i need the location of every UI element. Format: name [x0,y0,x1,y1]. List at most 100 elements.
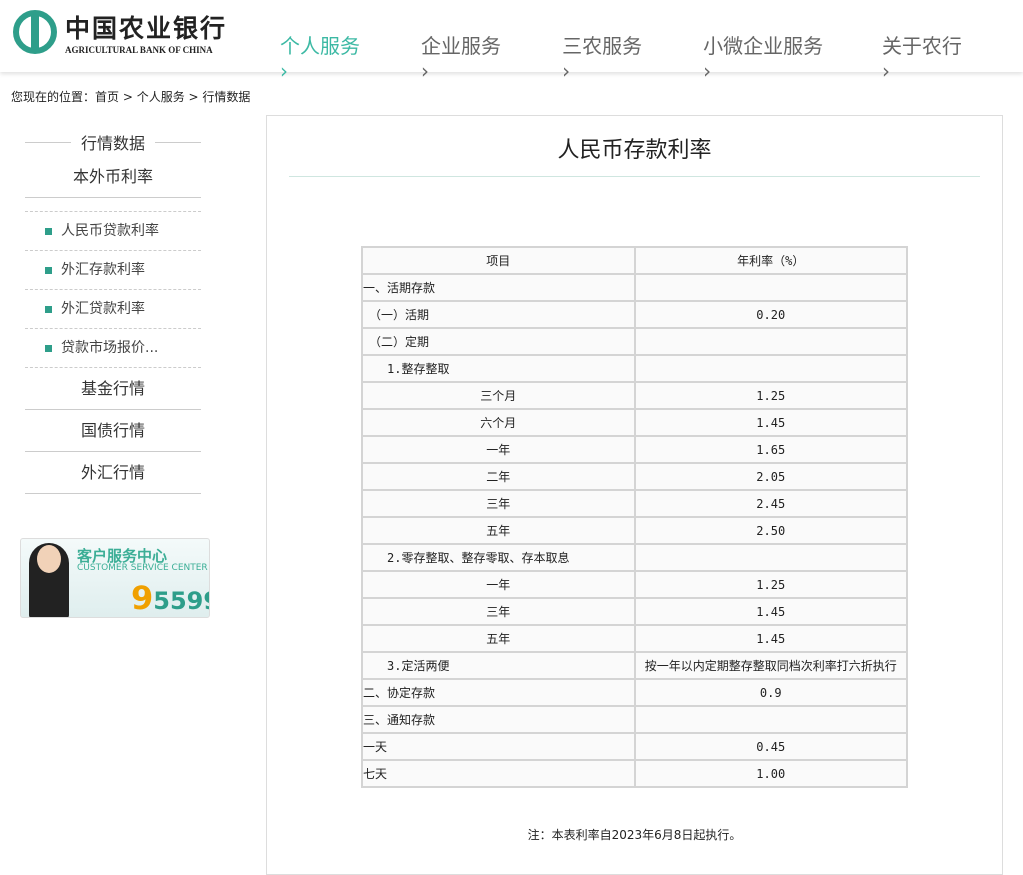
item-cell: 3.定活两便 [363,653,634,678]
rate-cell: 1.45 [635,626,906,651]
table-row: 五年 2.50 [363,518,906,543]
item-cell: 三年 [363,599,634,624]
rate-cell [635,356,906,381]
col-header-item: 项目 [363,248,634,273]
table-row: 三年 2.45 [363,491,906,516]
table-row: 二、协定存款 0.9 [363,680,906,705]
breadcrumb-prefix: 您现在的位置： [11,90,96,104]
logo[interactable]: 中国农业银行 AGRICULTURAL BANK OF CHINA [13,9,227,55]
nav-about[interactable]: 关于农行 › [882,30,971,83]
rate-table: 项目 年利率（%） 一、活期存款 （一）活期 0.20 （二）定期 1.整存整取三… [361,246,908,788]
nav-small-business[interactable]: 小微企业服务 › [703,30,830,83]
table-header-row: 项目 年利率（%） [363,248,906,273]
table-row: 1.整存整取 [363,356,906,381]
item-cell: 三年 [363,491,634,516]
sidebar-item-fund[interactable]: 基金行情 [25,368,201,410]
table-row: 三、通知存款 [363,707,906,732]
rate-cell: 1.45 [635,599,906,624]
sidebar-item-bond[interactable]: 国债行情 [25,410,201,452]
item-cell: 二、协定存款 [363,680,634,705]
item-cell: 2.零存整取、整存零取、存本取息 [363,545,634,570]
table-row: 2.零存整取、整存零取、存本取息 [363,545,906,570]
rate-cell [635,545,906,570]
table-row: 一、活期存款 [363,275,906,300]
col-header-rate: 年利率（%） [635,248,906,273]
table-row: 一天 0.45 [363,734,906,759]
table-row: 三个月 1.25 [363,383,906,408]
item-cell: 1.整存整取 [363,356,634,381]
table-row: 七天 1.00 [363,761,906,786]
banner-hotline: 95599 [131,579,209,617]
breadcrumb-sep: > [184,90,203,104]
logo-en: AGRICULTURAL BANK OF CHINA [65,45,213,55]
bullet-icon [45,305,52,313]
footnote: 注：本表利率自2023年6月8日起执行。 [527,828,742,842]
nav-corporate[interactable]: 企业服务 › [421,30,510,83]
rate-cell [635,275,906,300]
item-cell: 三、通知存款 [363,707,634,732]
bullet-icon [45,266,52,274]
sidebar-section-rates[interactable]: 本外币利率 [25,156,201,198]
rate-cell: 1.65 [635,437,906,462]
sidebar: 行情数据 本外币利率 人民币贷款利率 外汇存款利率 外汇贷款利率 贷款市场报价.… [25,130,201,494]
item-cell: （一）活期 [363,302,634,327]
rate-cell: 1.25 [635,383,906,408]
bullet-icon [45,227,52,235]
item-cell: 一、活期存款 [363,275,634,300]
table-row: 二年 2.05 [363,464,906,489]
rate-cell [635,329,906,354]
sidebar-title: 行情数据 [25,130,201,156]
table-row: 三年 1.45 [363,599,906,624]
table-row: 五年 1.45 [363,626,906,651]
rate-cell: 1.00 [635,761,906,786]
header: 中国农业银行 AGRICULTURAL BANK OF CHINA 个人服务 ›… [0,0,1023,83]
table-row: 一年 1.65 [363,437,906,462]
rate-cell: 2.05 [635,464,906,489]
banner-en: CUSTOMER SERVICE CENTER [77,563,208,573]
main-content: 人民币存款利率 项目 年利率（%） 一、活期存款 （一）活期 0.20 （二）定期… [266,115,1003,875]
rate-cell: 0.9 [635,680,906,705]
item-cell: （二）定期 [363,329,634,354]
table-row: 3.定活两便 按一年以内定期整存整取同档次利率打六折执行 [363,653,906,678]
item-cell: 二年 [363,464,634,489]
rate-cell: 1.45 [635,410,906,435]
logo-cn: 中国农业银行 [65,14,228,43]
bullet-icon [45,344,52,352]
breadcrumb: 您现在的位置：首页 > 个人服务 > 行情数据 [11,88,250,105]
item-cell: 一年 [363,572,634,597]
abc-logo-icon [13,10,57,54]
table-row: （一）活期 0.20 [363,302,906,327]
breadcrumb-personal[interactable]: 个人服务 [137,90,185,104]
agent-face-icon [37,545,61,573]
sidebar-sub-item[interactable]: 人民币贷款利率 [25,212,201,251]
main-nav: 个人服务 › 企业服务 › 三农服务 › 小微企业服务 › 关于农行 › [280,30,1023,83]
sidebar-sub-item[interactable]: 外汇贷款利率 [25,290,201,329]
breadcrumb-sep: > [119,90,137,104]
rate-cell: 按一年以内定期整存整取同档次利率打六折执行 [635,653,906,678]
nav-personal[interactable]: 个人服务 › [280,30,369,83]
rate-cell: 0.20 [635,302,906,327]
title-divider [289,176,980,177]
breadcrumb-home[interactable]: 首页 [95,90,119,104]
item-cell: 五年 [363,626,634,651]
rate-cell: 0.45 [635,734,906,759]
page-title: 人民币存款利率 [557,138,712,163]
item-cell: 三个月 [363,383,634,408]
sidebar-item-forex[interactable]: 外汇行情 [25,452,201,494]
rate-cell: 1.25 [635,572,906,597]
item-cell: 一年 [363,437,634,462]
nav-rural[interactable]: 三农服务 › [562,30,651,83]
sidebar-sub-item[interactable]: 贷款市场报价... [25,329,201,368]
rate-cell: 2.45 [635,491,906,516]
item-cell: 七天 [363,761,634,786]
breadcrumb-current: 行情数据 [202,90,251,104]
item-cell: 六个月 [363,410,634,435]
customer-service-banner[interactable]: 客户服务中心 CUSTOMER SERVICE CENTER 95599 [20,538,210,618]
sidebar-sub-item[interactable]: 外汇存款利率 [25,251,201,290]
table-row: 一年 1.25 [363,572,906,597]
rate-cell [635,707,906,732]
table-row: 六个月 1.45 [363,410,906,435]
item-cell: 一天 [363,734,634,759]
item-cell: 五年 [363,518,634,543]
rate-cell: 2.50 [635,518,906,543]
